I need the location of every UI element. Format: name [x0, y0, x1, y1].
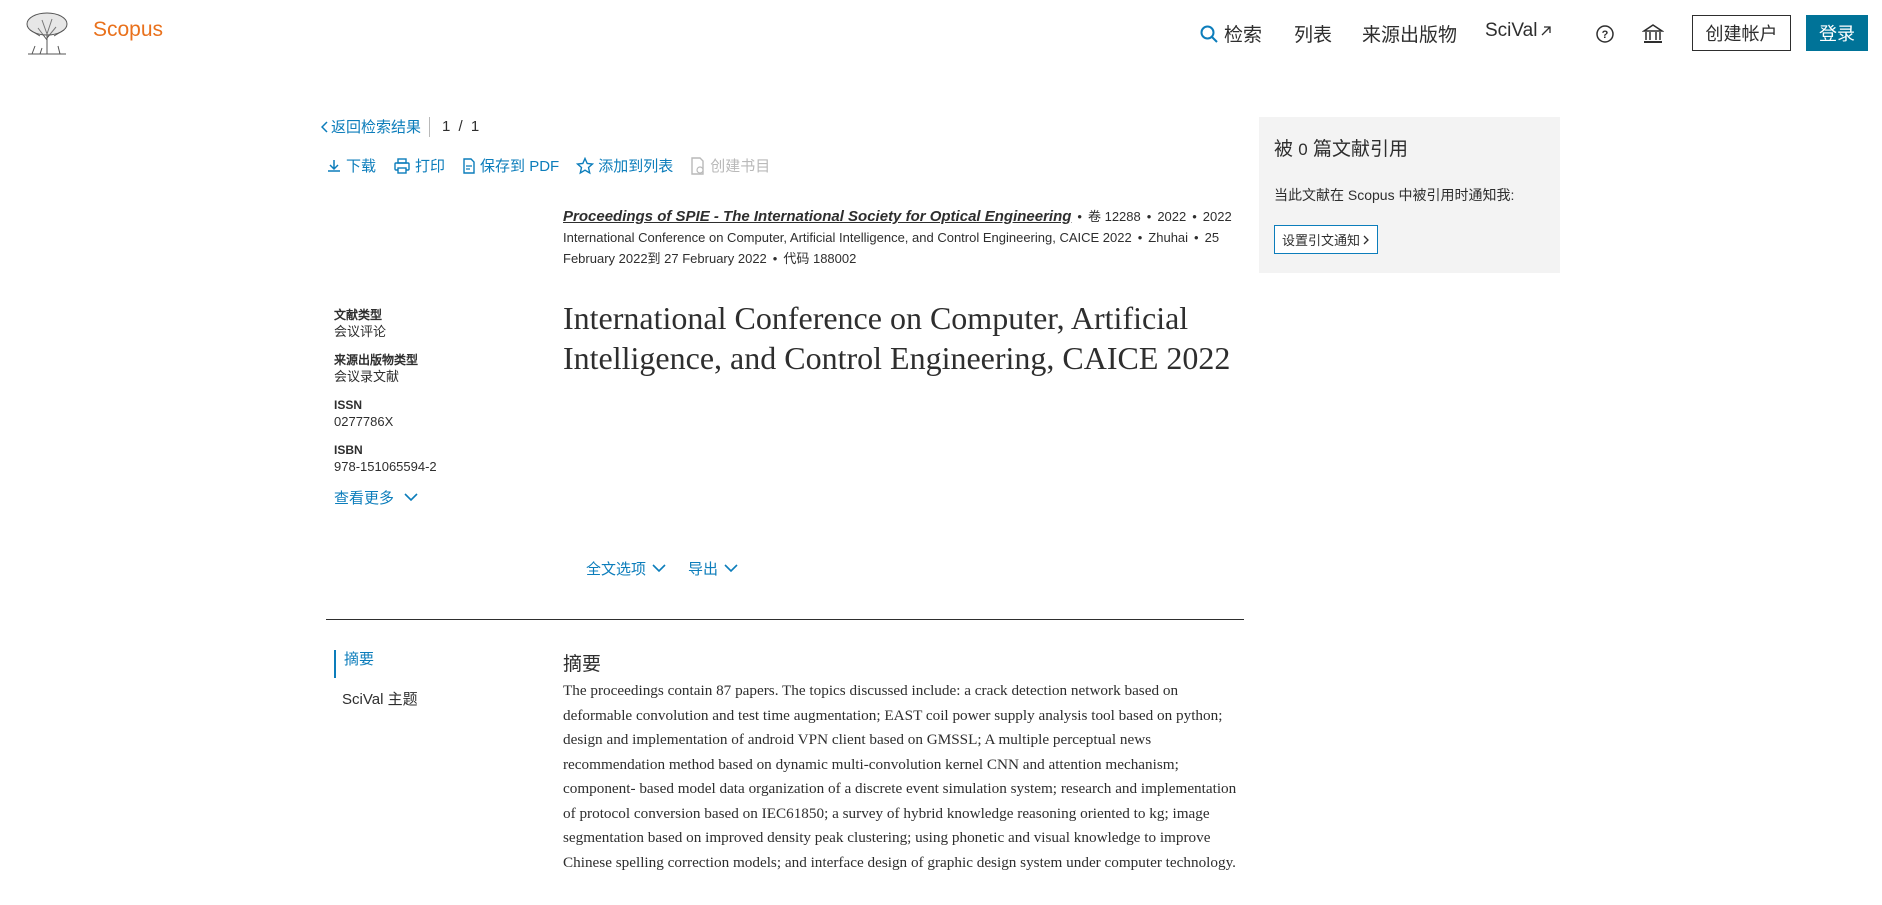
download-label: 下载 [346, 158, 377, 175]
issn-label: ISSN [334, 398, 363, 412]
create-bibliography-label: 创建书目 [710, 158, 771, 175]
document-toolbar: 下载 打印 保存到 PDF 添加到列表 创建书目 [326, 155, 787, 176]
back-to-results-link[interactable]: 返回检索结果 [321, 116, 421, 137]
section-nav: 摘要 SciVal 主题 [334, 650, 418, 718]
add-to-list-label: 添加到列表 [598, 158, 674, 175]
document-options: 全文选项 导出 [586, 558, 760, 579]
section-nav-scival-topics[interactable]: SciVal 主题 [334, 690, 418, 718]
abstract-text: The proceedings contain 87 papers. The t… [563, 682, 1237, 871]
chevron-right-icon [1363, 235, 1369, 244]
print-icon [394, 157, 410, 174]
top-header: Scopus 检索 列表 来源出版物 SciVal ? 创建帐户 登录 [0, 0, 1882, 66]
external-link-icon [1541, 26, 1552, 36]
chevron-down-icon [652, 564, 666, 573]
isbn-value: 978-151065594-2 [334, 459, 437, 474]
pdf-icon [463, 157, 475, 174]
cited-by-count: 0 [1298, 140, 1308, 159]
search-icon [1200, 25, 1218, 43]
abstract-heading: 摘要 [563, 654, 602, 675]
svg-text:?: ? [1602, 29, 1609, 41]
cited-by-title: 被 0 篇文献引用 [1274, 134, 1408, 161]
full-text-options-button[interactable]: 全文选项 [586, 558, 666, 579]
nav-search[interactable]: 检索 [1200, 20, 1262, 47]
institution-button[interactable] [1641, 22, 1665, 46]
back-to-results-label: 返回检索结果 [331, 119, 422, 136]
source-info: Proceedings of SPIE - The International … [563, 208, 1232, 266]
section-divider [326, 619, 1244, 620]
separator [429, 116, 431, 137]
print-label: 打印 [415, 158, 446, 175]
export-button[interactable]: 导出 [688, 558, 738, 579]
scopus-brand[interactable]: Scopus [93, 18, 163, 42]
help-icon: ? [1596, 25, 1614, 43]
chevron-left-icon [321, 120, 328, 133]
conference-code: 代码 188002 [783, 251, 857, 266]
nav-sources[interactable]: 来源出版物 [1362, 20, 1457, 47]
star-icon [576, 156, 595, 174]
nav-scival-label: SciVal [1485, 20, 1538, 41]
nav-scival[interactable]: SciVal [1485, 20, 1552, 42]
full-text-options-label: 全文选项 [586, 561, 647, 578]
see-more-label: 查看更多 [334, 490, 395, 507]
section-nav-abstract[interactable]: 摘要 [334, 650, 418, 678]
document-title: International Conference on Computer, Ar… [563, 300, 1231, 376]
source-type-value: 会议录文献 [334, 369, 400, 384]
source-volume: 卷 12288 [1087, 209, 1141, 224]
document-metadata: 文献类型 会议评论 来源出版物类型 会议录文献 ISSN 0277786X IS… [334, 307, 534, 508]
see-more-button[interactable]: 查看更多 [334, 487, 534, 508]
result-pager: 1 / 1 [442, 118, 480, 135]
add-to-list-button[interactable]: 添加到列表 [576, 155, 673, 176]
export-label: 导出 [688, 561, 719, 578]
set-citation-alert-button[interactable]: 设置引文通知 [1274, 225, 1379, 254]
login-button[interactable]: 登录 [1806, 15, 1868, 51]
issn-value: 0277786X [334, 414, 394, 429]
nav-search-label: 检索 [1224, 25, 1263, 46]
help-button[interactable]: ? [1593, 22, 1617, 46]
source-title-link[interactable]: Proceedings of SPIE - The International … [563, 208, 1071, 225]
isbn-label: ISBN [334, 443, 363, 457]
doc-type-value: 会议评论 [334, 324, 387, 339]
create-bibliography-button[interactable]: 创建书目 [690, 155, 770, 176]
back-row: 返回检索结果 1 / 1 [321, 116, 479, 137]
save-pdf-label: 保存到 PDF [480, 158, 560, 175]
print-button[interactable]: 打印 [393, 155, 445, 176]
set-citation-alert-label: 设置引文通知 [1282, 233, 1361, 248]
source-year: 2022 [1157, 209, 1187, 224]
bibliography-icon [691, 156, 704, 175]
nav-lists-label: 列表 [1294, 25, 1333, 46]
nav-lists[interactable]: 列表 [1294, 20, 1332, 47]
chevron-down-icon [724, 564, 738, 573]
institution-icon [1642, 24, 1664, 43]
conference-location: Zhuhai [1148, 230, 1189, 245]
create-account-button[interactable]: 创建帐户 [1692, 15, 1791, 51]
cited-by-panel: 被 0 篇文献引用 当此文献在 Scopus 中被引用时通知我: 设置引文通知 [1259, 117, 1560, 273]
download-button[interactable]: 下载 [326, 155, 376, 176]
chevron-down-icon [404, 493, 418, 502]
conference-name: International Conference on Computer, Ar… [563, 230, 1132, 245]
source-type-label: 来源出版物类型 [334, 353, 419, 367]
source-year-2: 2022 [1202, 209, 1232, 224]
download-icon [328, 159, 340, 172]
nav-sources-label: 来源出版物 [1362, 25, 1458, 46]
save-pdf-button[interactable]: 保存到 PDF [462, 155, 559, 176]
citation-alert-note: 当此文献在 Scopus 中被引用时通知我: [1274, 187, 1515, 203]
cited-by-prefix: 被 [1274, 139, 1294, 160]
doc-type-label: 文献类型 [334, 308, 383, 322]
elsevier-tree-logo[interactable] [20, 10, 74, 56]
cited-by-suffix: 篇文献引用 [1313, 139, 1409, 160]
